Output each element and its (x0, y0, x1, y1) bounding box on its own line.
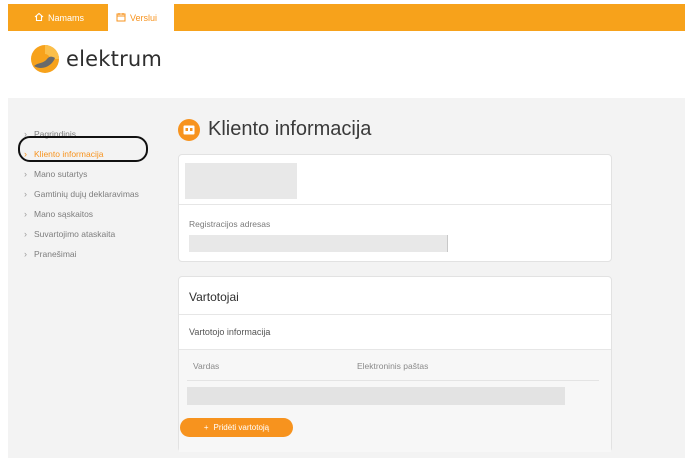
chevron-right-icon: › (24, 209, 27, 219)
home-icon (34, 12, 44, 24)
sidebar-item-label: Gamtinių dujų deklaravimas (34, 189, 139, 199)
sidebar-item-contracts[interactable]: › Mano sutartys (24, 164, 164, 184)
page-header: Kliento informacija (178, 118, 371, 141)
users-heading: Vartotojai (189, 290, 239, 304)
page-title: Kliento informacija (208, 118, 372, 140)
add-user-button-label: Pridėti vartotoją (213, 423, 270, 432)
plus-icon: + (203, 423, 209, 432)
brand-name: elektrum (66, 47, 163, 71)
chevron-right-icon: › (24, 249, 27, 259)
tab-home[interactable]: Namams (34, 4, 84, 31)
top-nav-bar: Namams Verslui (8, 4, 685, 31)
address-label: Registracijos adresas (189, 219, 271, 229)
divider (179, 314, 611, 315)
client-card-icon (178, 118, 200, 141)
column-header-name: Vardas (193, 361, 220, 371)
sidebar-item-consumption-report[interactable]: › Suvartojimo ataskaita (24, 224, 164, 244)
sidebar-item-label: Mano sąskaitos (34, 209, 94, 219)
tab-business-label: Verslui (130, 13, 158, 23)
add-user-button[interactable]: + Pridėti vartotoją (180, 418, 293, 437)
sidebar-item-invoices[interactable]: › Mano sąskaitos (24, 204, 164, 224)
sidebar-item-label: Pranešimai (34, 249, 77, 259)
sidebar-item-gas-declaration[interactable]: › Gamtinių dujų deklaravimas (24, 184, 164, 204)
chevron-right-icon: › (24, 229, 27, 239)
calendar-icon (116, 12, 126, 24)
table-row (187, 387, 565, 405)
sidebar-item-notifications[interactable]: › Pranešimai (24, 244, 164, 264)
chevron-right-icon: › (24, 189, 27, 199)
chevron-right-icon: › (24, 169, 27, 179)
tab-home-label: Namams (48, 12, 85, 23)
users-subheading: Vartotojo informacija (189, 327, 271, 337)
column-header-email: Elektroninis paštas (357, 361, 429, 371)
divider (447, 235, 448, 252)
divider (187, 380, 599, 381)
divider (179, 204, 611, 205)
sidebar-item-label: Mano sutartys (34, 169, 88, 179)
client-name-redacted (185, 163, 297, 199)
brand-logo[interactable]: elektrum (30, 44, 162, 74)
client-info-card: Registracijos adresas (178, 154, 612, 262)
sidebar-item-label: Suvartojimo ataskaita (34, 229, 116, 239)
tab-business[interactable]: Verslui (108, 4, 174, 31)
elektrum-logo-icon (31, 45, 59, 73)
address-value-redacted (189, 235, 447, 252)
highlight-annotation (18, 136, 148, 162)
